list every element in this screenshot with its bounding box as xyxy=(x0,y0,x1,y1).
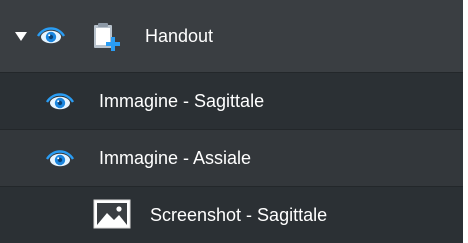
eye-icon[interactable] xyxy=(45,146,75,170)
tree-item-immagine-sagittale[interactable]: Immagine - Sagittale xyxy=(0,72,463,129)
tree-item-label: Screenshot - Sagittale xyxy=(150,205,328,225)
tree-item-immagine-assiale[interactable]: Immagine - Assiale xyxy=(0,129,463,186)
tree-item-label: Immagine - Sagittale xyxy=(99,91,265,111)
document-add-icon xyxy=(92,22,122,52)
layer-tree: Handout Immagine - Sagittale Immagine - … xyxy=(0,0,463,243)
tree-item-handout[interactable]: Handout xyxy=(0,0,463,72)
tree-item-screenshot-sagittale[interactable]: Screenshot - Sagittale xyxy=(0,186,463,243)
eye-icon[interactable] xyxy=(36,23,66,47)
eye-icon[interactable] xyxy=(45,89,75,113)
tree-item-label: Immagine - Assiale xyxy=(99,148,252,168)
expand-triangle-icon[interactable] xyxy=(14,31,28,43)
image-icon xyxy=(93,199,131,229)
tree-item-label: Handout xyxy=(145,26,214,46)
